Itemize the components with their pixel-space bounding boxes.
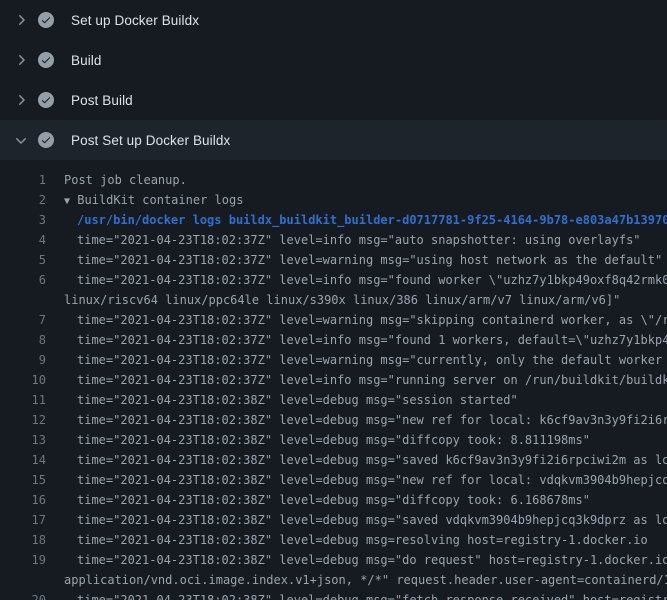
log-line: 15 time="2021-04-23T18:02:38Z" level=deb… — [0, 470, 667, 490]
log-line-text: time="2021-04-23T18:02:38Z" level=debug … — [46, 410, 667, 430]
log-line-text: time="2021-04-23T18:02:38Z" level=debug … — [46, 490, 667, 510]
chevron-right-icon[interactable] — [13, 92, 29, 108]
log-line: 20 time="2021-04-23T18:02:38Z" level=deb… — [0, 590, 667, 600]
log-line-number[interactable] — [0, 570, 46, 590]
chevron-right-icon[interactable] — [13, 52, 29, 68]
check-circle-icon — [38, 132, 54, 148]
log-line-text: time="2021-04-23T18:02:37Z" level=info m… — [46, 270, 667, 290]
log-line: 19 time="2021-04-23T18:02:38Z" level=deb… — [0, 550, 667, 570]
check-circle-icon — [38, 12, 54, 28]
log-line-number[interactable]: 7 — [0, 310, 46, 330]
log-line-text: time="2021-04-23T18:02:38Z" level=debug … — [46, 590, 667, 600]
log-line: 11 time="2021-04-23T18:02:38Z" level=deb… — [0, 390, 667, 410]
check-circle-icon — [38, 92, 54, 108]
log-line-text: time="2021-04-23T18:02:38Z" level=debug … — [46, 450, 667, 470]
log-line-text: time="2021-04-23T18:02:37Z" level=warnin… — [46, 310, 667, 330]
log-line: 2 ▼ BuildKit container logs — [0, 190, 667, 210]
step-label: Build — [71, 53, 102, 68]
log-line-text: time="2021-04-23T18:02:38Z" level=debug … — [46, 470, 667, 490]
step-label: Post Build — [71, 93, 133, 108]
step-row-post-build[interactable]: Post Build — [0, 80, 667, 120]
log-line-text: ▼ BuildKit container logs — [46, 190, 667, 210]
log-line-number[interactable]: 14 — [0, 450, 46, 470]
log-line-number[interactable]: 10 — [0, 370, 46, 390]
log-panel: 1 Post job cleanup. 2 ▼ BuildKit contain… — [0, 170, 667, 600]
log-line: 16 time="2021-04-23T18:02:38Z" level=deb… — [0, 490, 667, 510]
log-line-number[interactable]: 18 — [0, 530, 46, 550]
log-line: 1 Post job cleanup. — [0, 170, 667, 190]
log-line-number[interactable]: 13 — [0, 430, 46, 450]
log-line-number[interactable]: 19 — [0, 550, 46, 570]
log-line-text: Post job cleanup. — [46, 170, 667, 190]
log-line: 4 time="2021-04-23T18:02:37Z" level=info… — [0, 230, 667, 250]
step-label: Post Set up Docker Buildx — [71, 133, 230, 148]
log-line-text: /usr/bin/docker logs buildx_buildkit_bui… — [46, 210, 667, 230]
log-line-text: time="2021-04-23T18:02:38Z" level=debug … — [46, 550, 667, 570]
group-title[interactable]: BuildKit container logs — [77, 193, 243, 207]
log-line-number[interactable]: 1 — [0, 170, 46, 190]
chevron-right-icon[interactable] — [13, 12, 29, 28]
log-line: 10 time="2021-04-23T18:02:37Z" level=inf… — [0, 370, 667, 390]
log-line-text: time="2021-04-23T18:02:37Z" level=info m… — [46, 230, 667, 250]
log-line-number[interactable]: 11 — [0, 390, 46, 410]
step-list: Set up Docker Buildx Build P — [0, 0, 667, 160]
log-line: 9 time="2021-04-23T18:02:37Z" level=warn… — [0, 350, 667, 370]
log-line: application/vnd.oci.image.index.v1+json,… — [0, 570, 667, 590]
log-line-number[interactable]: 3 — [0, 210, 46, 230]
check-circle-icon — [38, 52, 54, 68]
log-line-text: time="2021-04-23T18:02:38Z" level=debug … — [46, 510, 667, 530]
log-line-number[interactable]: 4 — [0, 230, 46, 250]
log-line-number[interactable]: 5 — [0, 250, 46, 270]
log-line-text: time="2021-04-23T18:02:37Z" level=info m… — [46, 330, 667, 350]
log-line: 17 time="2021-04-23T18:02:38Z" level=deb… — [0, 510, 667, 530]
log-line-text: time="2021-04-23T18:02:38Z" level=debug … — [46, 390, 667, 410]
log-line-text: application/vnd.oci.image.index.v1+json,… — [46, 570, 667, 590]
log-line: 12 time="2021-04-23T18:02:38Z" level=deb… — [0, 410, 667, 430]
log-line: linux/riscv64 linux/ppc64le linux/s390x … — [0, 290, 667, 310]
log-line: 14 time="2021-04-23T18:02:38Z" level=deb… — [0, 450, 667, 470]
log-line: 18 time="2021-04-23T18:02:38Z" level=deb… — [0, 530, 667, 550]
log-line-number[interactable]: 6 — [0, 270, 46, 290]
log-line-number[interactable]: 15 — [0, 470, 46, 490]
log-line: 5 time="2021-04-23T18:02:37Z" level=warn… — [0, 250, 667, 270]
log-line-text: linux/riscv64 linux/ppc64le linux/s390x … — [46, 290, 667, 310]
log-line-number[interactable]: 12 — [0, 410, 46, 430]
log-line-text: time="2021-04-23T18:02:37Z" level=warnin… — [46, 250, 667, 270]
step-row-set-up-docker-buildx[interactable]: Set up Docker Buildx — [0, 0, 667, 40]
log-line-text: time="2021-04-23T18:02:38Z" level=debug … — [46, 530, 667, 550]
log-line-text: time="2021-04-23T18:02:38Z" level=debug … — [46, 430, 667, 450]
log-line-number[interactable]: 2 — [0, 190, 46, 210]
log-line: 3 /usr/bin/docker logs buildx_buildkit_b… — [0, 210, 667, 230]
log-line-number[interactable]: 16 — [0, 490, 46, 510]
log-line: 8 time="2021-04-23T18:02:37Z" level=info… — [0, 330, 667, 350]
actions-log-viewer: Set up Docker Buildx Build P — [0, 0, 667, 600]
log-line-number[interactable]: 20 — [0, 590, 46, 600]
step-row-build[interactable]: Build — [0, 40, 667, 80]
log-line: 13 time="2021-04-23T18:02:38Z" level=deb… — [0, 430, 667, 450]
group-collapse-icon[interactable]: ▼ — [64, 196, 70, 207]
log-line: 6 time="2021-04-23T18:02:37Z" level=info… — [0, 270, 667, 290]
log-line: 7 time="2021-04-23T18:02:37Z" level=warn… — [0, 310, 667, 330]
step-label: Set up Docker Buildx — [71, 13, 199, 28]
log-line-number[interactable] — [0, 290, 46, 310]
log-line-number[interactable]: 9 — [0, 350, 46, 370]
step-row-post-set-up-docker-buildx[interactable]: Post Set up Docker Buildx — [0, 120, 667, 160]
log-line-number[interactable]: 8 — [0, 330, 46, 350]
log-line-text: time="2021-04-23T18:02:37Z" level=info m… — [46, 370, 667, 390]
log-line-text: time="2021-04-23T18:02:37Z" level=warnin… — [46, 350, 667, 370]
log-line-number[interactable]: 17 — [0, 510, 46, 530]
chevron-right-icon[interactable] — [13, 132, 29, 148]
